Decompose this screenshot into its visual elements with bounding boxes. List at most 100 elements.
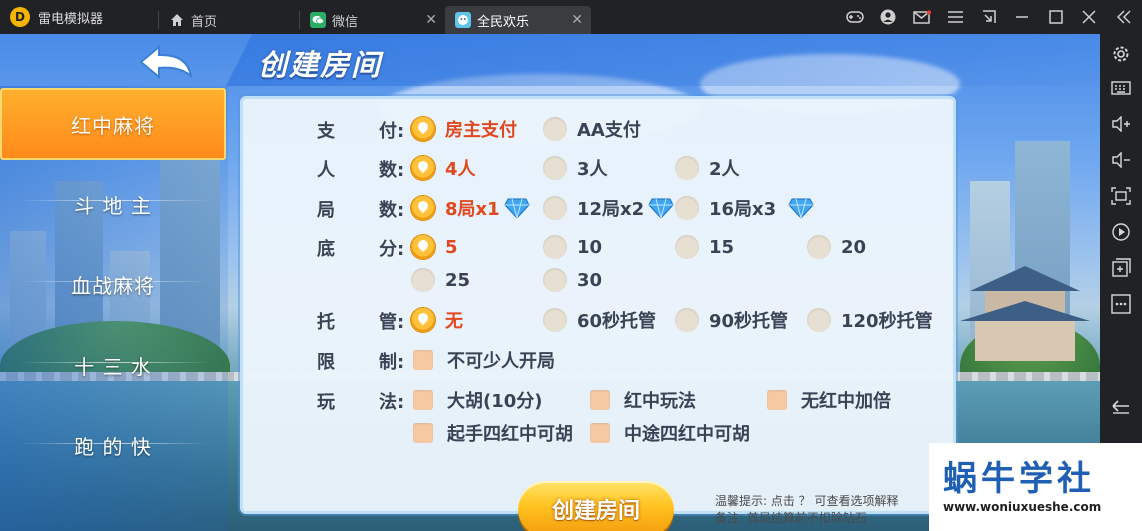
rule-option-midway-four-hongzhong[interactable]: 中途四红中可胡 [590, 420, 750, 446]
tab-close-icon[interactable]: ✕ [571, 12, 583, 28]
radio-icon [543, 156, 567, 180]
maximize-icon[interactable] [1039, 0, 1073, 34]
close-icon[interactable] [1073, 0, 1107, 34]
back-icon[interactable] [1109, 394, 1133, 418]
checkbox-icon [590, 390, 610, 410]
checkbox-icon [767, 390, 787, 410]
base-score-option-30[interactable]: 30 [543, 267, 602, 293]
radio-icon [543, 268, 567, 292]
home-icon [169, 12, 185, 28]
window-titlebar: D 雷电模拟器 首页 微信 ✕ 全民欢乐 ✕ [0, 0, 1142, 34]
app-name: 雷电模拟器 [38, 11, 104, 27]
radio-selected-icon [411, 196, 435, 220]
diamond-icon [648, 198, 674, 219]
checkbox-icon [590, 423, 610, 443]
menu-icon[interactable] [939, 0, 973, 34]
tab-home[interactable]: 首页 [159, 6, 299, 34]
base-score-option-25[interactable]: 25 [411, 267, 470, 293]
rule-option-start-four-hongzhong[interactable]: 起手四红中可胡 [413, 420, 573, 446]
players-option-3[interactable]: 3人 [543, 155, 608, 181]
minimize-icon[interactable] [1006, 0, 1040, 34]
window-controls [838, 0, 1106, 34]
base-score-option-20[interactable]: 20 [807, 234, 866, 260]
sidebar-item-doudizhu[interactable]: 斗 地 主 [0, 168, 226, 240]
wechat-icon [310, 12, 326, 28]
base-score-option-10[interactable]: 10 [543, 234, 602, 260]
tab-game[interactable]: 全民欢乐 ✕ [445, 6, 591, 34]
rule-option-no-hongzhong-double[interactable]: 无红中加倍 [767, 387, 891, 413]
radio-icon [807, 308, 831, 332]
app-logo: D 雷电模拟器 [0, 0, 158, 34]
radio-icon [411, 268, 435, 292]
settings-icon[interactable] [1109, 42, 1133, 66]
diamond-icon [788, 198, 814, 219]
collapse-icon[interactable] [1106, 0, 1142, 34]
players-option-2[interactable]: 2人 [675, 155, 740, 181]
radio-selected-icon [411, 308, 435, 332]
checkbox-icon [413, 350, 433, 370]
watermark-title: 蜗牛学社 [943, 459, 1095, 499]
leidian-logo-icon: D [10, 7, 30, 27]
radio-icon [543, 196, 567, 220]
tab-label: 全民欢乐 [477, 14, 530, 30]
watermark: 蜗牛学社 www.woniuxueshe.com [929, 443, 1142, 531]
tab-close-icon[interactable]: ✕ [425, 12, 437, 28]
volume-down-icon[interactable] [1109, 148, 1133, 172]
sidebar-item-xuezhan-mahjong[interactable]: 血战麻将 [0, 248, 226, 320]
radio-icon [543, 308, 567, 332]
players-option-4[interactable]: 4人 [411, 155, 476, 181]
radio-icon [807, 235, 831, 259]
volume-up-icon[interactable] [1109, 112, 1133, 136]
create-room-button[interactable]: 创建房间 [518, 481, 674, 531]
auto-play-option-60s[interactable]: 60秒托管 [543, 307, 656, 333]
payment-option-aa[interactable]: AA支付 [543, 116, 641, 142]
tab-wechat[interactable]: 微信 ✕ [300, 6, 445, 34]
game-icon [455, 12, 471, 28]
rounds-option-12[interactable]: 12局x2 [543, 195, 674, 221]
checkbox-icon [413, 423, 433, 443]
watermark-url: www.woniuxueshe.com [943, 500, 1102, 514]
record-icon[interactable] [1109, 220, 1133, 244]
sidebar-item-hongzhong-mahjong[interactable]: 红中麻将 [0, 88, 226, 160]
more-icon[interactable] [1109, 292, 1133, 316]
sidebar-item-paodekuai[interactable]: 跑 的 快 [0, 409, 226, 481]
auto-play-option-120s[interactable]: 120秒托管 [807, 307, 933, 333]
tab-label: 首页 [191, 14, 218, 30]
mail-icon[interactable] [905, 0, 939, 34]
rule-option-hongzhong[interactable]: 红中玩法 [590, 387, 696, 413]
gamepad-icon[interactable] [838, 0, 872, 34]
auto-play-option-90s[interactable]: 90秒托管 [675, 307, 788, 333]
radio-selected-icon [411, 156, 435, 180]
account-icon[interactable] [872, 0, 906, 34]
restriction-option-no-fewer[interactable]: 不可少人开局 [413, 347, 555, 373]
add-app-icon[interactable] [1109, 256, 1133, 280]
shrink-icon[interactable] [972, 0, 1006, 34]
rounds-option-16[interactable]: 16局x3 [675, 195, 814, 221]
sidebar-item-shisanshui[interactable]: 十 三 水 [0, 329, 226, 401]
base-score-option-5[interactable]: 5 [411, 234, 458, 260]
back-button[interactable] [136, 42, 196, 82]
rounds-option-8[interactable]: 8局x1 [411, 195, 530, 221]
tip-text: 温馨提示: 点击 ？ 可查看选项解释 [715, 494, 899, 508]
radio-icon [543, 117, 567, 141]
checkbox-icon [413, 390, 433, 410]
page-title: 创建房间 [258, 48, 383, 82]
keyboard-icon[interactable] [1109, 76, 1133, 100]
radio-icon [675, 308, 699, 332]
tab-label: 微信 [332, 14, 359, 30]
rule-option-big-hu[interactable]: 大胡(10分) [413, 387, 543, 413]
diamond-icon [504, 198, 530, 219]
auto-play-option-none[interactable]: 无 [411, 307, 463, 333]
base-score-option-15[interactable]: 15 [675, 234, 734, 260]
radio-selected-icon [411, 117, 435, 141]
note-text: 备注: 首局结算前不扣除钻石 [715, 511, 867, 525]
pagoda [960, 266, 1090, 361]
payment-option-host[interactable]: 房主支付 [411, 116, 517, 142]
radio-selected-icon [411, 235, 435, 259]
screenshot-icon[interactable] [1109, 184, 1133, 208]
radio-icon [675, 196, 699, 220]
create-room-panel: 支付: 房主支付 AA支付 人数: 4人 3人 2人 局数: 8局x1 12局x… [240, 96, 956, 531]
game-type-sidebar: 红中麻将 斗 地 主 血战麻将 十 三 水 跑 的 快 [0, 86, 228, 531]
radio-icon [675, 156, 699, 180]
back-arrow-icon [139, 44, 193, 80]
